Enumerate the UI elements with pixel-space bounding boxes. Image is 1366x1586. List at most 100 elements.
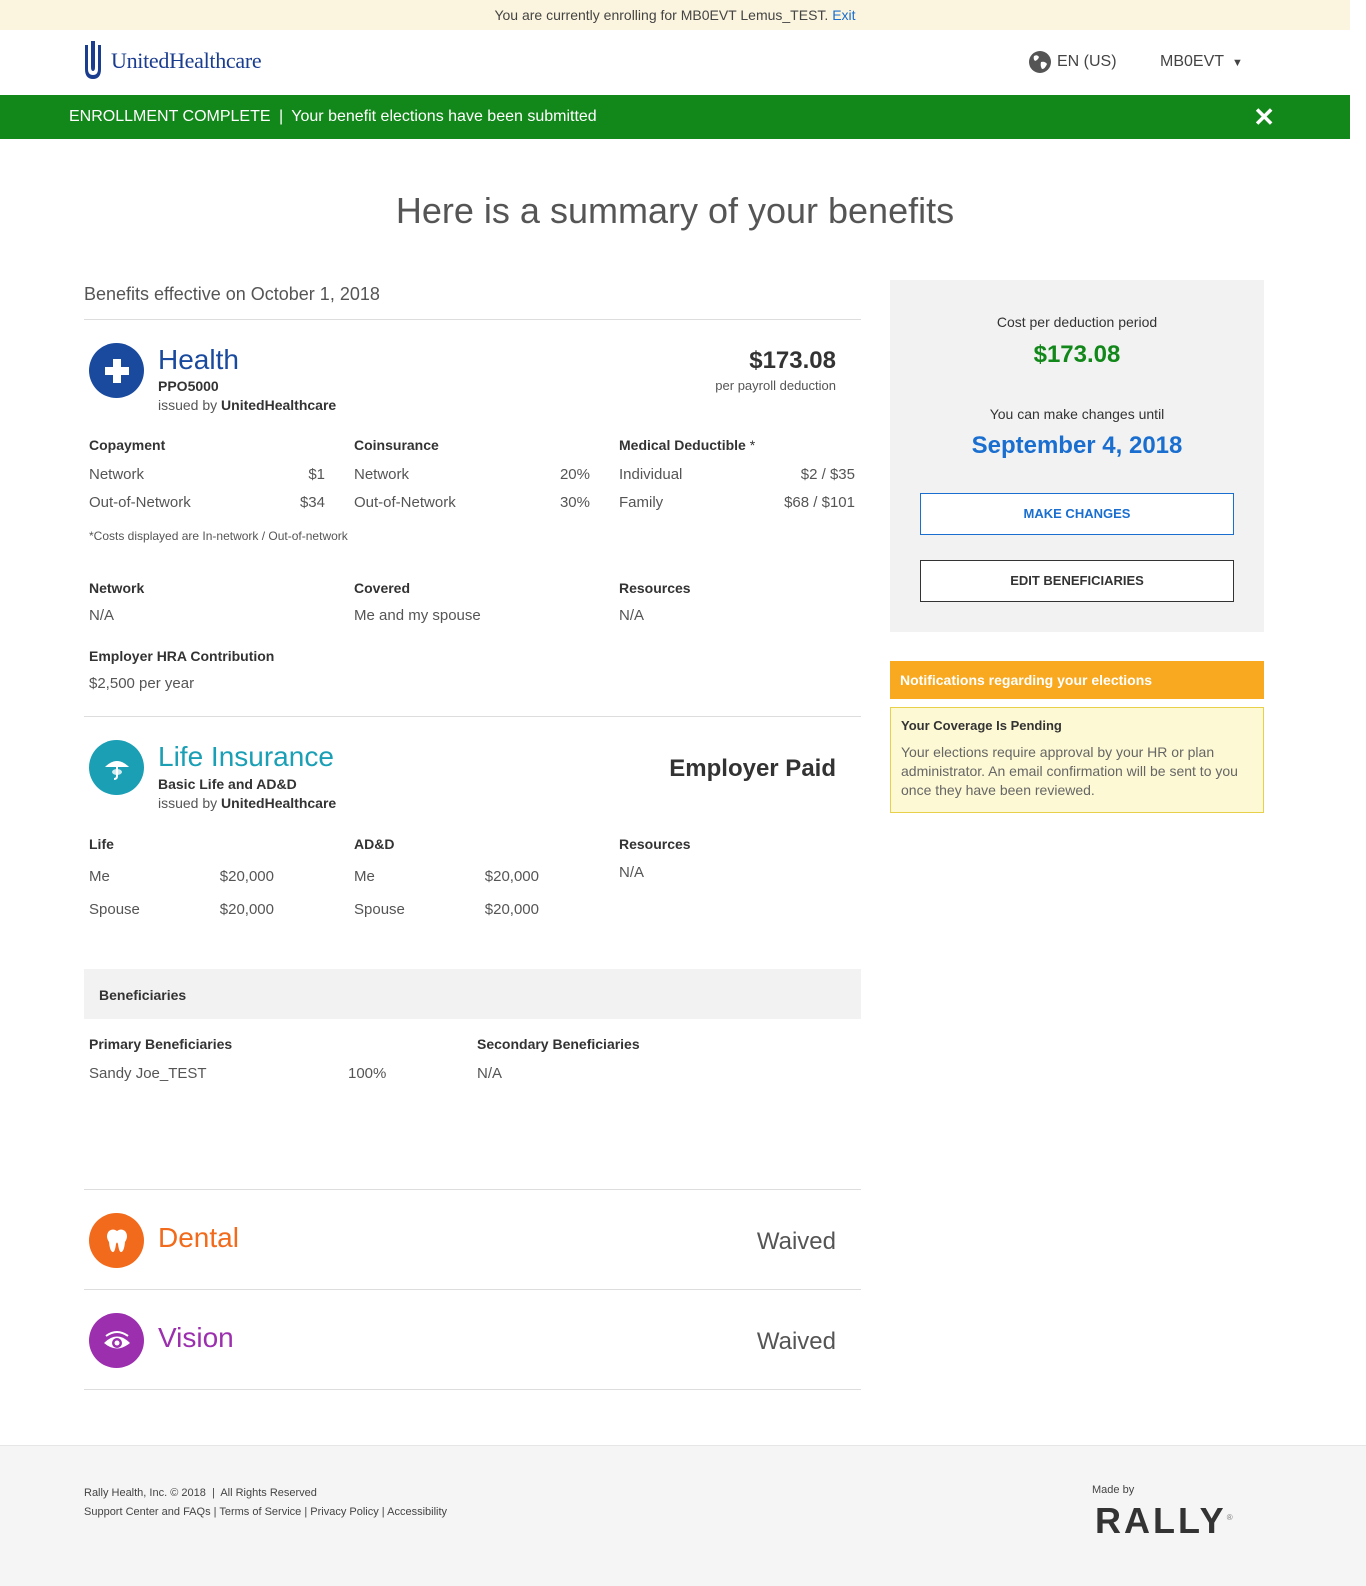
copayment-label: Copayment: [89, 437, 166, 453]
divider: [84, 1389, 861, 1390]
row-key: Me: [89, 868, 110, 885]
user-menu[interactable]: MB0EVT ▼: [1160, 53, 1243, 71]
enrollment-complete-alert: ENROLLMENT COMPLETE | Your benefit elect…: [0, 95, 1350, 139]
privacy-link[interactable]: Privacy Policy: [310, 1506, 378, 1518]
health-title: Health: [158, 344, 239, 375]
costs-note: *Costs displayed are In-network / Out-of…: [89, 529, 348, 543]
enrollment-banner: You are currently enrolling for MB0EVT L…: [0, 0, 1350, 30]
vision-status: Waived: [756, 1328, 836, 1355]
secondary-beneficiaries-label: Secondary Beneficiaries: [477, 1036, 640, 1052]
primary-beneficiary-name: Sandy Joe_TEST: [89, 1065, 207, 1082]
life-row: Me $20,000: [89, 868, 274, 885]
chevron-down-icon: ▼: [1232, 57, 1243, 69]
deductible-row: Individual $2 / $35: [619, 466, 855, 483]
resources-label: Resources: [619, 580, 691, 596]
notifications-header: Notifications regarding your elections: [890, 661, 1264, 699]
life-section: Life Insurance Basic Life and AD&D issue…: [84, 737, 861, 937]
row-key: Network: [89, 466, 145, 483]
row-value: $2 / $35: [800, 466, 855, 483]
cost-summary-panel: Cost per deduction period $173.08 You ca…: [890, 280, 1264, 632]
umbrella-icon: [89, 740, 144, 795]
footer: Rally Health, Inc. © 2018 | All Rights R…: [0, 1445, 1366, 1586]
dental-title: Dental: [158, 1222, 239, 1253]
dental-section: Dental Waived: [84, 1210, 861, 1270]
made-by-label: Made by: [1092, 1484, 1135, 1496]
deductible-label-text: Medical Deductible: [619, 437, 746, 453]
support-link[interactable]: Support Center and FAQs: [84, 1506, 211, 1518]
resources-value: N/A: [619, 864, 645, 881]
asterisk: *: [749, 437, 756, 453]
page-title: Here is a summary of your benefits: [395, 190, 955, 231]
dental-status: Waived: [756, 1228, 836, 1255]
footer-link-row: Support Center and FAQs | Terms of Servi…: [84, 1506, 448, 1518]
language-selector[interactable]: EN (US): [1028, 50, 1117, 74]
banner-text: You are currently enrolling for MB0EVT L…: [494, 7, 829, 23]
row-key: Individual: [619, 466, 683, 483]
health-price-sub: per payroll deduction: [715, 378, 836, 393]
life-resources-col: Resources N/A: [619, 836, 855, 881]
health-plus-icon: [89, 343, 144, 398]
row-value: $1: [308, 466, 325, 483]
notification-title: Your Coverage Is Pending: [901, 718, 1062, 733]
row-value: $20,000: [484, 868, 539, 885]
deductible-row: Family $68 / $101: [619, 494, 855, 511]
network-label: Network: [89, 580, 145, 596]
notification-card: Your Coverage Is Pending Your elections …: [890, 707, 1264, 813]
terms-link[interactable]: Terms of Service: [219, 1506, 301, 1518]
exit-link[interactable]: Exit: [832, 7, 855, 23]
logo[interactable]: UnitedHealthcare: [83, 41, 262, 81]
life-col: Life Me $20,000 Spouse $20,000: [89, 836, 274, 918]
deductible-col: Medical Deductible * Individual $2 / $35 …: [619, 437, 855, 511]
row-value: 30%: [559, 494, 590, 511]
make-changes-button[interactable]: MAKE CHANGES: [920, 493, 1234, 535]
row-value: $20,000: [219, 901, 274, 918]
edit-beneficiaries-button[interactable]: EDIT BENEFICIARIES: [920, 560, 1234, 602]
beneficiaries-section: Primary Beneficiaries Sandy Joe_TEST 100…: [84, 1036, 861, 1096]
add-col: AD&D Me $20,000 Spouse $20,000: [354, 836, 539, 918]
hra-label: Employer HRA Contribution: [89, 648, 275, 664]
divider: [84, 716, 861, 717]
alert-message: Your benefit elections have been submitt…: [291, 108, 597, 125]
notification-text: Your elections require approval by your …: [901, 744, 1238, 798]
globe-icon: [1029, 51, 1051, 73]
add-label: AD&D: [354, 836, 395, 852]
row-key: Family: [619, 494, 664, 511]
cost-value: $173.08: [1033, 341, 1121, 368]
add-row: Spouse $20,000: [354, 901, 539, 918]
vision-section: Vision Waived: [84, 1310, 861, 1370]
copayment-row: Network $1: [89, 466, 325, 483]
resources-value: N/A: [619, 607, 645, 624]
health-price: $173.08: [749, 347, 836, 374]
row-key: Me: [354, 868, 375, 885]
site-header: UnitedHealthcare EN (US) MB0EVT ▼: [0, 30, 1350, 95]
vision-title: Vision: [158, 1322, 234, 1353]
row-value: $20,000: [219, 868, 274, 885]
eye-icon: [89, 1313, 144, 1368]
health-section: Health PPO5000 issued by UnitedHealthcar…: [84, 340, 861, 715]
row-key: Spouse: [89, 901, 140, 918]
beneficiaries-header: Beneficiaries: [84, 969, 861, 1019]
alert-separator: |: [278, 108, 284, 125]
add-row: Me $20,000: [354, 868, 539, 885]
accessibility-link[interactable]: Accessibility: [387, 1506, 447, 1518]
rally-logo[interactable]: RALLY®: [1095, 1500, 1233, 1542]
copayment-col: Copayment Network $1 Out-of-Network $34: [89, 437, 325, 511]
coinsurance-label: Coinsurance: [354, 437, 439, 453]
primary-beneficiaries-label: Primary Beneficiaries: [89, 1036, 233, 1052]
row-key: Out-of-Network: [354, 494, 456, 511]
issued-by-label: issued by: [158, 397, 218, 413]
issuer-name: UnitedHealthcare: [221, 397, 337, 413]
issued-by-label: issued by: [158, 795, 218, 811]
logo-text: UnitedHealthcare: [111, 48, 262, 73]
divider: [84, 1289, 861, 1290]
close-icon[interactable]: ✕: [1253, 95, 1275, 139]
resources-label: Resources: [619, 836, 691, 852]
life-title: Life Insurance: [158, 741, 334, 772]
footer-links: Rally Health, Inc. © 2018 | All Rights R…: [84, 1484, 447, 1522]
copayment-row: Out-of-Network $34: [89, 494, 325, 511]
language-label: EN (US): [1057, 53, 1117, 70]
copyright: Rally Health, Inc. © 2018: [84, 1487, 206, 1499]
hra-value: $2,500 per year: [89, 675, 195, 692]
coinsurance-row: Network 20%: [354, 466, 590, 483]
covered-value: Me and my spouse: [354, 607, 481, 624]
